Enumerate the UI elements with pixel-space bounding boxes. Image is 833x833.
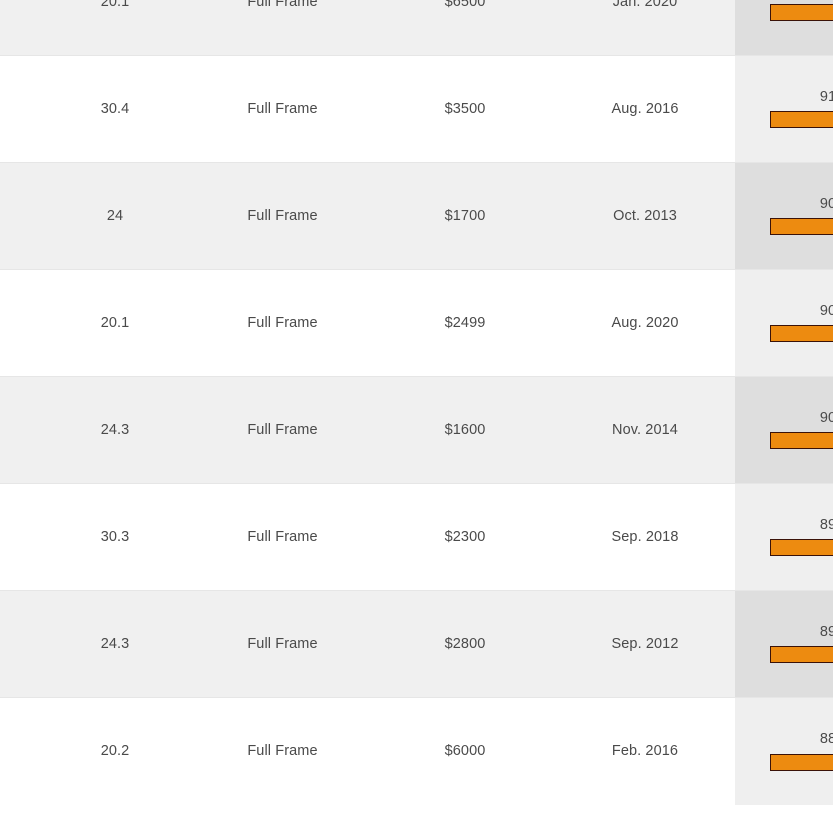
cell-megapixels: 24.3: [40, 590, 190, 698]
cell-overall-score-content: 91: [735, 90, 833, 129]
cell-release-date: Oct. 2013: [555, 162, 735, 270]
overall-score-bar: [769, 111, 833, 129]
cell-sensor: Full Frame: [190, 0, 375, 56]
cell-sensor: Full Frame: [190, 376, 375, 484]
camera-comparison-table-viewport: Mark III20.1Full Frame$6500Jan. 20209124…: [0, 0, 833, 833]
overall-score-bar: [769, 753, 833, 771]
cell-overall-score-value: 90: [819, 409, 833, 426]
cell-overall-score: 91: [735, 0, 833, 56]
overall-score-bar-fill: [770, 5, 833, 21]
cell-price: $1600: [375, 376, 555, 484]
cell-price: $6500: [375, 0, 555, 56]
cell-price: $2800: [375, 590, 555, 698]
overall-score-bar: [769, 432, 833, 450]
cell-overall-score: 90: [735, 162, 833, 270]
cell-sensor: Full Frame: [190, 162, 375, 270]
cell-megapixels: 20.1: [40, 269, 190, 377]
table-row[interactable]: Mark III20.1Full Frame$6500Jan. 20209124…: [0, 0, 833, 56]
cell-megapixels: 30.3: [40, 483, 190, 591]
cell-price: $1700: [375, 162, 555, 270]
cell-overall-score-value: 89: [819, 516, 833, 533]
cell-release-date: Nov. 2014: [555, 376, 735, 484]
cell-sensor: Full Frame: [190, 55, 375, 163]
cell-overall-score: 91: [735, 55, 833, 163]
cell-model: Mark III: [0, 0, 40, 56]
overall-score-bar-fill: [770, 540, 833, 556]
cell-model: ark IV: [0, 55, 40, 163]
cell-megapixels: 24: [40, 162, 190, 270]
cell-overall-score-value: 89: [819, 623, 833, 640]
cell-release-date: Sep. 2012: [555, 590, 735, 698]
cell-overall-score-content: 90: [735, 197, 833, 236]
overall-score-bar: [769, 539, 833, 557]
camera-comparison-table: Mark III20.1Full Frame$6500Jan. 20209124…: [0, 0, 833, 805]
cell-overall-score-content: 89: [735, 518, 833, 557]
table-row[interactable]: 24Full Frame$1700Oct. 20139024.8: [0, 162, 833, 270]
cell-overall-score-value: 90: [819, 195, 833, 212]
cell-overall-score: 88: [735, 697, 833, 805]
cell-overall-score-content: 91: [735, 0, 833, 22]
overall-score-bar: [769, 4, 833, 22]
cell-overall-score-value: 90: [819, 302, 833, 319]
cell-megapixels: 30.4: [40, 55, 190, 163]
cell-overall-score-content: 89: [735, 625, 833, 664]
cell-model: [0, 483, 40, 591]
cell-model: [0, 376, 40, 484]
table-row[interactable]: Mark II20.2Full Frame$6000Feb. 20168824.…: [0, 697, 833, 805]
cell-overall-score-value: 88: [819, 731, 833, 747]
cell-sensor: Full Frame: [190, 483, 375, 591]
cell-price: $2300: [375, 483, 555, 591]
overall-score-bar-fill: [770, 754, 833, 770]
cell-price: $2499: [375, 269, 555, 377]
overall-score-bar-fill: [770, 112, 833, 128]
cell-overall-score: 90: [735, 376, 833, 484]
cell-overall-score: 89: [735, 483, 833, 591]
cell-megapixels: 24.3: [40, 376, 190, 484]
overall-score-bar-fill: [770, 433, 833, 449]
table-row[interactable]: ark IV30.4Full Frame$3500Aug. 20169124.8: [0, 55, 833, 163]
cell-release-date: Aug. 2020: [555, 269, 735, 377]
cell-overall-score-value: 91: [819, 88, 833, 105]
table-row[interactable]: 20.1Full Frame$2499Aug. 20209024.2: [0, 269, 833, 377]
overall-score-bar: [769, 325, 833, 343]
cell-megapixels: 20.2: [40, 697, 190, 805]
cell-sensor: Full Frame: [190, 590, 375, 698]
cell-price: $6000: [375, 697, 555, 805]
table-row[interactable]: 24.3Full Frame$1600Nov. 20149024.9: [0, 376, 833, 484]
table-body: Mark III20.1Full Frame$6500Jan. 20209124…: [0, 0, 833, 805]
table-row[interactable]: 924.3Full Frame$2800Sep. 20128925.0: [0, 590, 833, 698]
table-row[interactable]: 30.3Full Frame$2300Sep. 20188924.5: [0, 483, 833, 591]
cell-release-date: Aug. 2016: [555, 55, 735, 163]
overall-score-bar-fill: [770, 326, 833, 342]
cell-overall-score-content: 90: [735, 411, 833, 450]
cell-model: [0, 162, 40, 270]
cell-overall-score-content: 88: [735, 732, 833, 771]
cell-megapixels: 20.1: [40, 0, 190, 56]
overall-score-bar: [769, 218, 833, 236]
overall-score-bar-fill: [770, 219, 833, 235]
cell-model: Mark II: [0, 697, 40, 805]
cell-overall-score: 90: [735, 269, 833, 377]
cell-overall-score-content: 90: [735, 304, 833, 343]
cell-model: 9: [0, 590, 40, 698]
cell-model: [0, 269, 40, 377]
overall-score-bar: [769, 646, 833, 664]
cell-release-date: Feb. 2016: [555, 697, 735, 805]
cell-overall-score: 89: [735, 590, 833, 698]
cell-price: $3500: [375, 55, 555, 163]
cell-release-date: Jan. 2020: [555, 0, 735, 56]
cell-release-date: Sep. 2018: [555, 483, 735, 591]
cell-sensor: Full Frame: [190, 697, 375, 805]
cell-sensor: Full Frame: [190, 269, 375, 377]
overall-score-bar-fill: [770, 647, 833, 663]
